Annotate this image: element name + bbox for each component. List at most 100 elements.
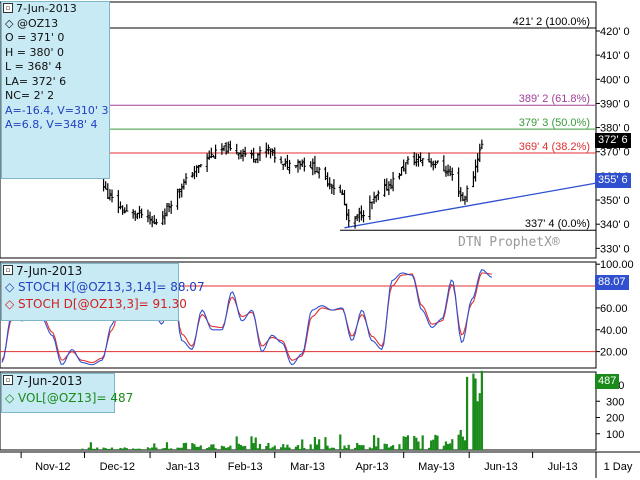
stoch-date: 7-Jun-2013 (16, 264, 83, 278)
volume-bar (267, 442, 270, 450)
volume-bar (121, 448, 124, 450)
volume-bar (91, 448, 95, 450)
volume-value-box: 487 (595, 374, 620, 389)
volume-tick-label: 200 (606, 413, 624, 425)
volume-bar (324, 437, 327, 450)
volume-bar (413, 435, 416, 450)
volume-bar (375, 446, 378, 450)
volume-bar (250, 436, 253, 450)
volume-bar (451, 439, 454, 450)
volume-bar (402, 436, 405, 450)
price-tick-label: 390' 0 (600, 98, 630, 110)
volume-bar (208, 447, 211, 450)
volume-bar (227, 447, 230, 450)
volume-bar (193, 444, 196, 450)
volume-bar (343, 445, 346, 450)
last-price-box: 372' 6 (595, 133, 631, 148)
volume-bar (326, 445, 329, 450)
stoch-tick-label: 40.00 (600, 325, 628, 337)
volume-bar (89, 442, 92, 450)
volume-bar (195, 446, 198, 450)
volume-bar (119, 447, 122, 450)
volume-bar (155, 447, 158, 450)
volume-bar (392, 445, 395, 450)
month-label: Dec-12 (100, 461, 135, 473)
fib-label: 379' 3 (50.0%) (519, 117, 590, 129)
volume-bar (430, 440, 433, 450)
volume-bar (368, 447, 371, 450)
volume-bar (273, 445, 276, 450)
price-tick-label: 350' 0 (600, 195, 630, 207)
vol-label: VOL[@OZ13]= 487 (18, 390, 134, 405)
volume-bar (311, 449, 314, 450)
collapse-icon[interactable]: ▫ (3, 265, 13, 275)
volume-bar (94, 448, 97, 450)
volume-bar (296, 445, 300, 450)
info-net-change: NC= 2' 2 (5, 89, 55, 102)
volume-bar (387, 447, 390, 450)
volume-bar (415, 437, 418, 450)
volume-bar (161, 448, 164, 450)
volume-bar (332, 447, 336, 450)
month-label: Jan-13 (166, 461, 200, 473)
info-date: 7-Jun-2013 (16, 2, 77, 15)
fib-label: 421' 2 (100.0%) (513, 16, 590, 28)
volume-bar (309, 444, 312, 450)
volume-bar (476, 401, 479, 450)
volume-bar (222, 446, 226, 450)
stoch-tick-label: 20.00 (600, 347, 628, 359)
volume-bar (372, 435, 376, 450)
diamond-icon: ◇ (5, 296, 19, 311)
volume-tick-label: 300 (606, 396, 624, 408)
volume-bar (102, 447, 105, 450)
info-study-a: A=-16.4, V=310' 3 (5, 103, 109, 117)
interval-label[interactable]: 1 Day (604, 461, 633, 473)
stoch-info-box: ▫ 7-Jun-2013 ◇ STOCH K[@OZ13,3,14]= 88.0… (1, 263, 205, 321)
volume-bar (254, 437, 257, 450)
volume-bar (106, 448, 109, 450)
volume-bar (146, 447, 150, 450)
info-symbol: ◇ @OZ13 (2, 17, 109, 32)
diamond-icon: ◇ (5, 16, 17, 30)
month-label: Apr-13 (355, 461, 388, 473)
info-open: O = 371' 0 (5, 31, 65, 44)
stoch-d-row: ◇ STOCH D[@OZ13,3]= 91.30 (2, 296, 187, 313)
volume-bar (258, 443, 262, 450)
volume-bar (347, 444, 350, 450)
volume-bar (235, 436, 238, 450)
volume-bar (214, 448, 217, 450)
volume-bar (210, 444, 213, 450)
volume-bar (151, 447, 154, 450)
month-label: May-13 (418, 461, 455, 473)
collapse-icon[interactable]: ▫ (3, 3, 13, 13)
volume-bar (432, 439, 435, 450)
volume-info-box: ▫ 7-Jun-2013 ◇ VOL[@OZ13]= 487 (1, 373, 133, 413)
stoch-tick-label: 60.00 (600, 303, 628, 315)
stoch-d-label: STOCH D[@OZ13,3]= 91.30 (18, 296, 187, 311)
volume-bar (463, 440, 467, 450)
volume-bar (199, 445, 202, 450)
collapse-icon[interactable]: ▫ (3, 375, 13, 385)
diamond-icon: ◇ (5, 279, 19, 294)
volume-bar (385, 443, 388, 450)
volume-bar (400, 448, 403, 450)
volume-bar (206, 448, 209, 450)
price-tick-label: 370' 0 (600, 147, 630, 159)
price-tick-label: 420' 0 (600, 26, 630, 38)
volume-bar (256, 448, 259, 450)
month-label: Feb-13 (228, 461, 263, 473)
volume-bar (140, 449, 143, 450)
volume-bar (170, 448, 173, 450)
price-tick-label: 340' 0 (600, 219, 630, 231)
price-tick-label: 400' 0 (600, 74, 630, 86)
volume-bar (480, 370, 483, 450)
volume-bar (313, 436, 317, 450)
volume-bar (212, 444, 215, 450)
volume-bar (345, 448, 348, 450)
volume-bar (478, 393, 481, 450)
volume-bar (163, 448, 166, 450)
trend-price-box: 355' 6 (595, 173, 631, 188)
volume-bar (383, 443, 386, 450)
volume-bar (225, 447, 228, 450)
info-last: LA= 372' 6 (5, 74, 67, 88)
